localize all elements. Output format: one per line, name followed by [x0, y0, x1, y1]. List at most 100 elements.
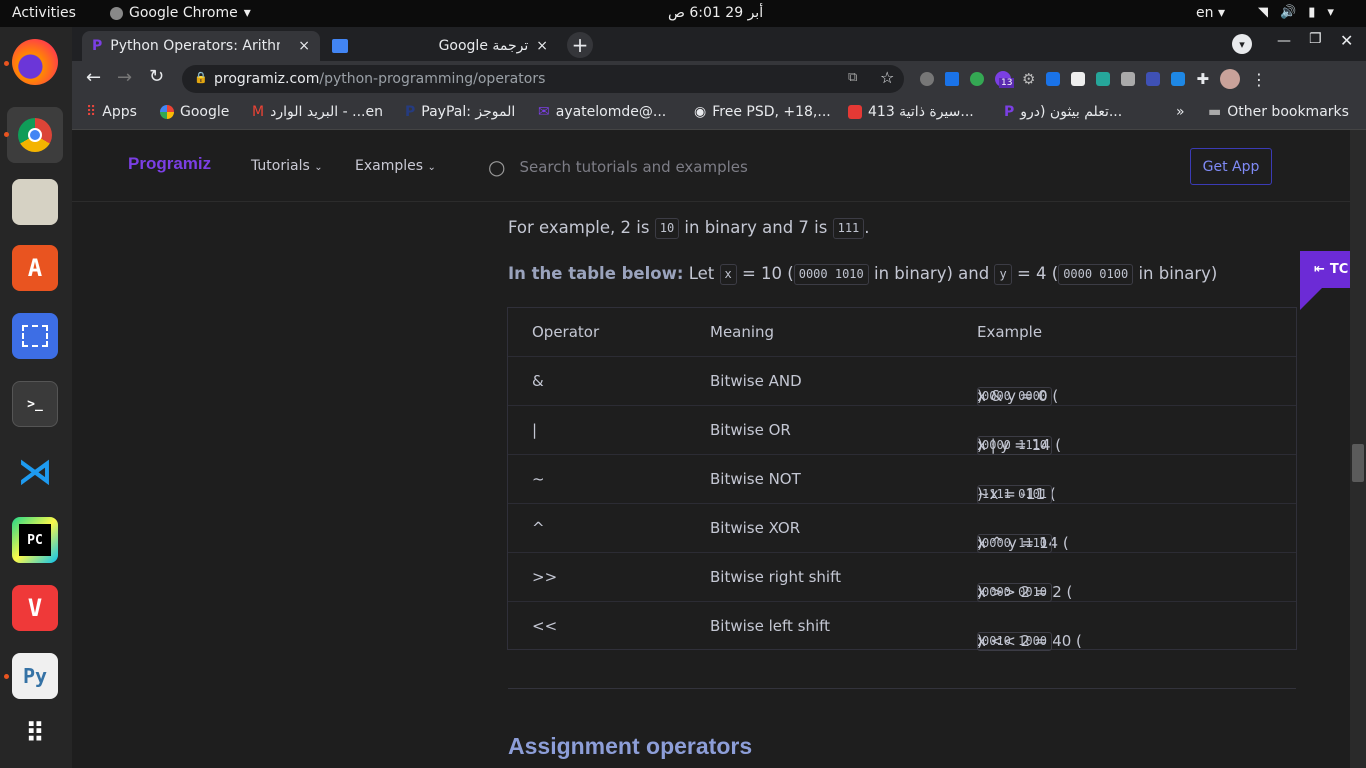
text: )	[977, 485, 983, 503]
text: )	[977, 436, 983, 454]
table-header: Operator	[532, 323, 600, 341]
url-domain: programiz.com	[214, 71, 320, 87]
address-bar[interactable]: 🔒 programiz.com/python-programming/opera…	[182, 65, 904, 93]
app-menu-label: Google Chrome	[129, 5, 238, 21]
forward-button[interactable]: →	[117, 67, 132, 88]
text: )	[977, 534, 983, 552]
extension-badge-icon[interactable]: 13	[995, 71, 1015, 88]
app-menu[interactable]: Google Chrome ▾	[110, 5, 251, 21]
bookmarks-bar: ⠿ Apps Google M البريد الوارد - ...en P Pay…	[72, 97, 1366, 130]
globe-icon: ◉	[694, 104, 707, 120]
google-icon	[160, 105, 174, 119]
maximize-button[interactable]: ❐	[1309, 31, 1322, 47]
text: Let	[688, 264, 715, 283]
search-input[interactable]: Search tutorials and examples	[519, 158, 747, 176]
puzzle-icon[interactable]: ✚	[1196, 70, 1209, 88]
running-indicator	[4, 132, 9, 137]
extension-icon[interactable]	[970, 72, 984, 86]
inline-code: 0000 0100	[1058, 264, 1134, 285]
paypal-icon: P	[405, 104, 416, 120]
terminal-icon[interactable]: >_	[12, 381, 58, 427]
clock[interactable]: أبر 29 6:01 ص	[668, 5, 763, 21]
programiz-logo[interactable]: Programiz	[128, 154, 211, 174]
bookmark-python-learn[interactable]: P تعلم بيثون (درو...	[1004, 104, 1122, 120]
avatar[interactable]	[1220, 69, 1241, 89]
python-file-icon[interactable]: Py	[12, 653, 58, 699]
section-divider	[508, 688, 1296, 689]
toc-toggle-button[interactable]: ⇤ TC	[1300, 251, 1352, 288]
files-icon[interactable]	[12, 179, 58, 225]
search-icon: ○	[488, 155, 506, 179]
extensions-area: 13 ⚙ ✚ ⋮	[920, 69, 1267, 89]
scrollbar-thumb[interactable]	[1352, 444, 1364, 482]
translate-page-icon[interactable]: ⧉	[848, 70, 857, 85]
site-search[interactable]: ○ Search tutorials and examples	[488, 155, 748, 179]
bookmark-gmail[interactable]: M البريد الوارد - ...en	[252, 104, 383, 120]
extension-icon[interactable]	[1171, 72, 1186, 86]
folder-icon: ▬	[1208, 104, 1222, 120]
system-tray[interactable]: ◥ 🔊 ▮ ▾	[1258, 5, 1334, 20]
bookmark-yahoo[interactable]: ✉ ayatelomde@...	[538, 104, 666, 120]
bookmark-cv[interactable]: 413 سيرة ذاتية...	[848, 104, 974, 120]
bookmark-label: ayatelomde@...	[555, 104, 667, 120]
bookmarks-overflow[interactable]: »	[1176, 104, 1185, 120]
close-tab-icon[interactable]: ×	[536, 38, 548, 54]
pycharm-icon[interactable]: PC	[12, 517, 58, 563]
minimize-button[interactable]: —	[1277, 33, 1291, 49]
tab-google-translate[interactable]: Google ترجمة ×	[322, 31, 558, 61]
site-header: Programiz Tutorials ⌄ Examples ⌄ ○ Searc…	[72, 130, 1350, 202]
nav-tutorials[interactable]: Tutorials ⌄	[251, 158, 323, 174]
bookmark-other[interactable]: ▬ Other bookmarks	[1208, 104, 1349, 120]
bookmark-paypal[interactable]: P PayPal: الموجز	[405, 104, 515, 120]
wifi-icon: ◥	[1258, 5, 1268, 20]
extension-icon[interactable]	[945, 72, 959, 86]
bookmark-apps[interactable]: ⠿ Apps	[86, 104, 137, 120]
language-indicator[interactable]: en ▾	[1196, 5, 1225, 21]
apps-grid-icon[interactable]: ⠿	[12, 711, 58, 757]
reload-button[interactable]: ↻	[149, 66, 164, 87]
text: in binary and 7 is	[684, 218, 828, 237]
page-scrollbar[interactable]	[1350, 130, 1366, 768]
nav-examples[interactable]: Examples ⌄	[355, 158, 436, 174]
close-window-button[interactable]: ✕	[1340, 31, 1353, 50]
get-app-button[interactable]: Get App	[1190, 148, 1272, 185]
screenshot-icon[interactable]	[12, 313, 58, 359]
table-row: ^ Bitwise XOR x ^ y = 14 (0000 1110)	[508, 504, 1296, 553]
extension-icon[interactable]	[1146, 72, 1161, 86]
extension-icon[interactable]	[1096, 72, 1111, 86]
extension-icon[interactable]	[1046, 72, 1061, 86]
gmail-icon: M	[252, 104, 265, 120]
activities-button[interactable]: Activities	[12, 5, 76, 21]
tab-label: Python Operators: Arithm	[110, 38, 281, 54]
table-cell-operator: >>	[532, 568, 558, 586]
new-tab-button[interactable]: +	[567, 32, 593, 58]
vivaldi-icon[interactable]: V	[12, 585, 58, 631]
table-header: Meaning	[710, 323, 775, 341]
chrome-icon[interactable]	[7, 107, 63, 163]
close-tab-icon[interactable]: ×	[298, 38, 310, 54]
software-icon[interactable]: A	[12, 245, 58, 291]
running-indicator	[4, 674, 9, 679]
tab-python-operators[interactable]: P Python Operators: Arithm ×	[82, 31, 320, 61]
camera-icon[interactable]	[1121, 72, 1136, 86]
table-row: >> Bitwise right shift x >> 2 = 2 (0000 …	[508, 553, 1296, 602]
extension-icon[interactable]	[1071, 72, 1086, 86]
inline-code: x	[719, 264, 737, 285]
url-path: /python-programming/operators	[319, 71, 546, 87]
text: For example, 2 is	[508, 218, 650, 237]
inline-code: 10	[654, 218, 680, 239]
extension-icon[interactable]	[920, 72, 934, 86]
back-button[interactable]: ←	[86, 67, 101, 88]
bookmark-freepik[interactable]: ◉ Free PSD, +18,...	[694, 104, 831, 120]
vscode-icon[interactable]: ⋊	[12, 449, 58, 495]
table-cell-operator: <<	[532, 617, 558, 635]
menu-icon[interactable]: ⋮	[1251, 70, 1267, 89]
gear-icon[interactable]: ⚙	[1022, 70, 1035, 88]
tab-search-button[interactable]: ▾	[1232, 34, 1252, 54]
bookmark-label: Other bookmarks	[1227, 104, 1349, 120]
bookmark-star-icon[interactable]: ☆	[880, 68, 894, 87]
firefox-icon[interactable]	[12, 39, 58, 85]
inline-code: 0000 1010	[793, 264, 869, 285]
bookmark-google[interactable]: Google	[160, 104, 229, 120]
text: = 4 (	[1016, 264, 1059, 283]
